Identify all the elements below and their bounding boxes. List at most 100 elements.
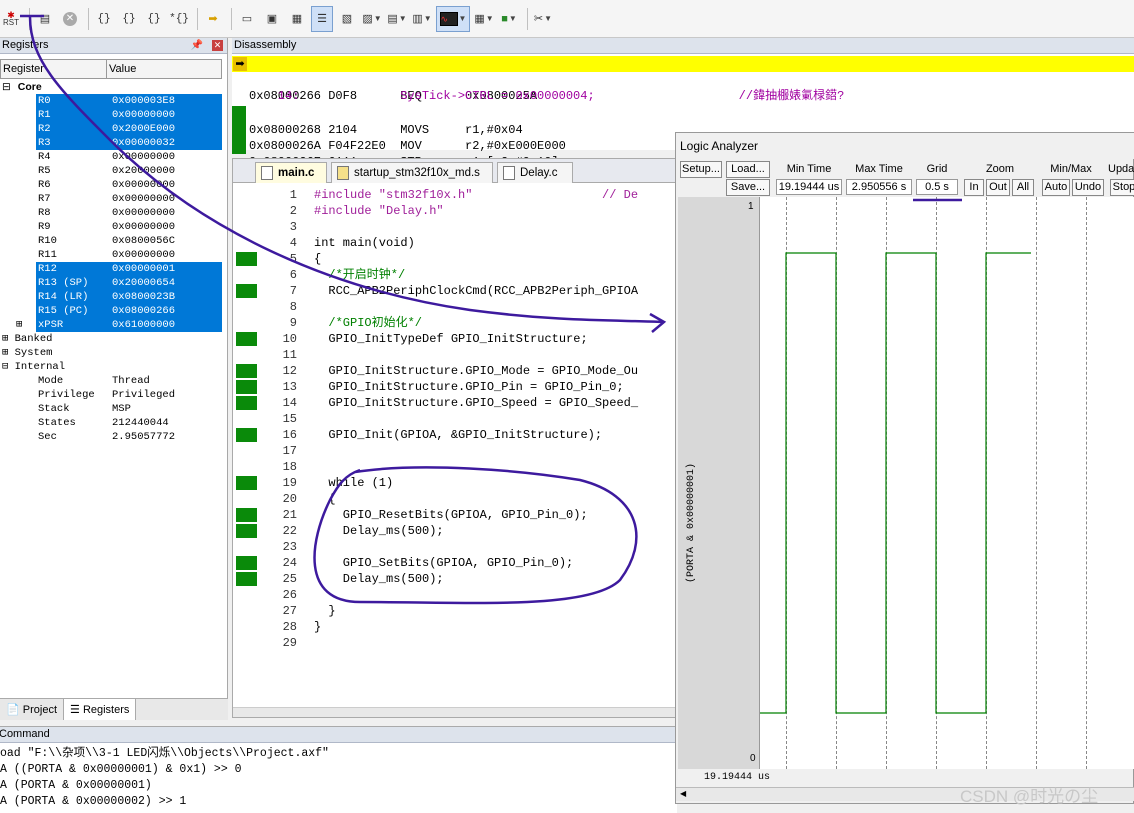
code-line[interactable]: 25 Delay_ms(500);: [233, 571, 676, 587]
tab-registers[interactable]: ☰ Registers: [64, 699, 137, 720]
reset-button[interactable]: ✱ RST: [0, 6, 22, 32]
code-line[interactable]: 24 GPIO_SetBits(GPIOA, GPIO_Pin_0);: [233, 555, 676, 571]
load-button[interactable]: Load...: [726, 161, 770, 178]
register-row[interactable]: R2 0x2000E000: [0, 122, 222, 136]
register-row[interactable]: R4 0x00000000: [0, 150, 222, 164]
waveform-plot[interactable]: [760, 197, 1134, 769]
register-row[interactable]: R12 0x00000001: [0, 262, 222, 276]
zoom-all-button[interactable]: All: [1012, 179, 1034, 196]
register-group-system[interactable]: ⊞ System: [2, 346, 52, 360]
register-value[interactable]: 0x00000000: [112, 206, 175, 220]
register-row[interactable]: R0 0x000003E8: [0, 94, 222, 108]
code-line[interactable]: 5{: [233, 251, 676, 267]
code-line[interactable]: 22 Delay_ms(500);: [233, 523, 676, 539]
register-row[interactable]: R10 0x0800056C: [0, 234, 222, 248]
stop-icon[interactable]: ✕: [59, 6, 81, 32]
value-column-header[interactable]: Value: [107, 60, 136, 78]
register-value[interactable]: 0x61000000: [112, 318, 175, 332]
tab-delay-c[interactable]: Delay.c: [497, 162, 573, 183]
code-line[interactable]: 19 while (1): [233, 475, 676, 491]
register-value[interactable]: 0x2000E000: [112, 122, 175, 136]
disassembly-source-line[interactable]: 14: SysTick->CTRL = 0x00000004; //鍏抽棴婊氭椂…: [232, 72, 1134, 103]
code-line[interactable]: 28}: [233, 619, 676, 635]
code-line[interactable]: 27 }: [233, 603, 676, 619]
register-row[interactable]: R15 (PC) 0x08000266: [0, 304, 222, 318]
run-icon[interactable]: ▤: [34, 6, 56, 32]
register-row[interactable]: R13 (SP) 0x20000654: [0, 276, 222, 290]
code-line[interactable]: 10 GPIO_InitTypeDef GPIO_InitStructure;: [233, 331, 676, 347]
expand-icon[interactable]: ⊞: [2, 333, 15, 345]
memory-window-icon[interactable]: ▤ ▼: [386, 6, 408, 32]
analysis-window-icon[interactable]: ∿ ▼: [436, 5, 470, 32]
call-stack-icon[interactable]: ▧: [336, 6, 358, 32]
step-into-icon[interactable]: {}: [93, 6, 115, 32]
code-line[interactable]: 12 GPIO_InitStructure.GPIO_Mode = GPIO_M…: [233, 363, 676, 379]
code-line[interactable]: 29: [233, 635, 676, 651]
register-row[interactable]: ⊞ xPSR 0x61000000: [0, 318, 222, 332]
register-value[interactable]: 0x00000032: [112, 136, 175, 150]
register-row[interactable]: R1 0x00000000: [0, 108, 222, 122]
expand-icon[interactable]: ⊞: [2, 347, 15, 359]
close-icon[interactable]: ✕: [212, 40, 223, 51]
setup-button[interactable]: Setup...: [680, 161, 722, 178]
collapse-icon[interactable]: ⊟: [2, 361, 15, 373]
register-value[interactable]: 0x00000000: [112, 192, 175, 206]
register-row[interactable]: R7 0x00000000: [0, 192, 222, 206]
code-line[interactable]: 21 GPIO_ResetBits(GPIOA, GPIO_Pin_0);: [233, 507, 676, 523]
register-value[interactable]: 0x00000000: [112, 178, 175, 192]
disassembly-row[interactable]: 0x0800026A F04F22E0 MOV r2,#0xE000E000: [232, 106, 1134, 153]
code-line[interactable]: 26: [233, 587, 676, 603]
pin-icon[interactable]: 📌: [191, 38, 203, 53]
core-group[interactable]: ⊟ Core: [2, 80, 42, 94]
zoom-out-button[interactable]: Out: [986, 179, 1010, 196]
register-value[interactable]: 0x000003E8: [112, 94, 175, 108]
register-row[interactable]: R5 0x20000000: [0, 164, 222, 178]
code-line[interactable]: 9 /*GPIO初始化*/: [233, 315, 676, 331]
disassembly-window-icon[interactable]: ▣: [261, 6, 283, 32]
disassembly-current-line[interactable]: ➡ 0x08000266 D0F8 BEQ 0x0800025A: [232, 56, 1134, 103]
code-area[interactable]: 1 #include "stm32f10x.h" // De 2 #include "…: [233, 187, 676, 707]
register-value[interactable]: 0x00000000: [112, 248, 175, 262]
system-viewer-icon[interactable]: ■ ▼: [498, 6, 520, 32]
code-line[interactable]: 15: [233, 411, 676, 427]
register-row[interactable]: R11 0x00000000: [0, 248, 222, 262]
internal-row[interactable]: Sec 2.95057772: [0, 430, 222, 444]
auto-button[interactable]: Auto: [1042, 179, 1070, 196]
register-value[interactable]: 0x0800056C: [112, 234, 175, 248]
show-next-statement-icon[interactable]: ➡: [202, 6, 224, 32]
code-line[interactable]: 1 #include "stm32f10x.h" // De: [233, 187, 676, 203]
register-row[interactable]: R3 0x00000032: [0, 136, 222, 150]
code-line[interactable]: 8: [233, 299, 676, 315]
stop-button[interactable]: Stop: [1110, 179, 1134, 196]
code-line[interactable]: 16 GPIO_Init(GPIOA, &GPIO_InitStructure)…: [233, 427, 676, 443]
register-row[interactable]: R9 0x00000000: [0, 220, 222, 234]
toolbox-icon[interactable]: ✂ ▼: [532, 6, 554, 32]
tab-project[interactable]: 📄 Project: [0, 699, 65, 720]
step-out-icon[interactable]: {}: [143, 6, 165, 32]
command-window-icon[interactable]: ▭: [236, 6, 258, 32]
register-value[interactable]: 0x08000266: [112, 304, 175, 318]
register-value[interactable]: 0x00000000: [112, 150, 175, 164]
save-button[interactable]: Save...: [726, 179, 770, 196]
undo-button[interactable]: Undo: [1072, 179, 1104, 196]
code-line[interactable]: 6 /*开启时钟*/: [233, 267, 676, 283]
register-value[interactable]: 0x00000001: [112, 262, 175, 276]
step-over-icon[interactable]: {}: [118, 6, 140, 32]
code-line[interactable]: 3: [233, 219, 676, 235]
register-value[interactable]: 0x00000000: [112, 108, 175, 122]
zoom-in-button[interactable]: In: [964, 179, 984, 196]
expand-icon[interactable]: ⊞: [16, 318, 22, 332]
code-line[interactable]: 4 int main(void): [233, 235, 676, 251]
registers-window-icon[interactable]: ☰: [311, 5, 333, 32]
register-value[interactable]: 0x20000000: [112, 164, 175, 178]
register-column-header[interactable]: Register: [1, 60, 107, 78]
code-line[interactable]: 11: [233, 347, 676, 363]
code-line[interactable]: 20 {: [233, 491, 676, 507]
run-to-cursor-icon[interactable]: *{}: [168, 6, 190, 32]
watch-window-icon[interactable]: ▨ ▼: [361, 6, 383, 32]
scroll-left-icon[interactable]: ◀: [680, 789, 686, 798]
register-value[interactable]: 0x00000000: [112, 220, 175, 234]
code-line[interactable]: 18: [233, 459, 676, 475]
code-line[interactable]: 13 GPIO_InitStructure.GPIO_Pin = GPIO_Pi…: [233, 379, 676, 395]
register-row[interactable]: R6 0x00000000: [0, 178, 222, 192]
